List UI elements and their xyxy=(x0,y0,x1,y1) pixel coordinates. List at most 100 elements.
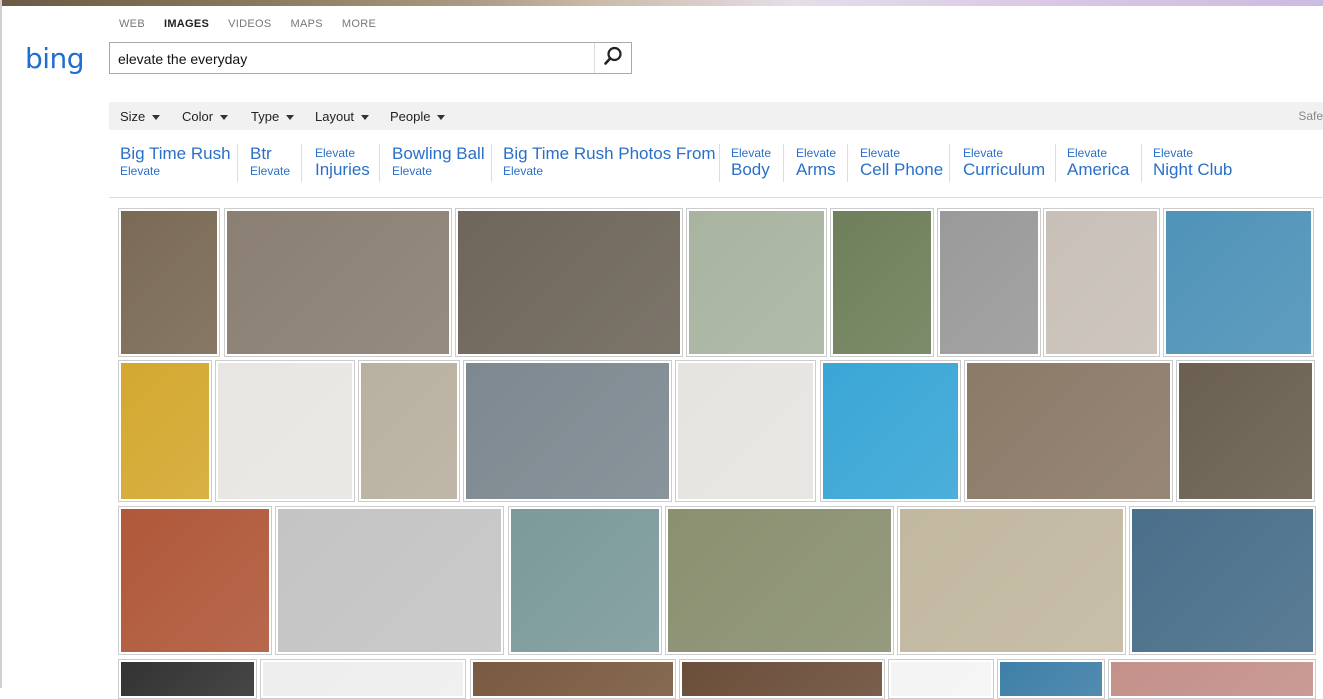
related-search-qualifier: Elevate xyxy=(1067,146,1108,160)
image-result-elevate-the-everyday-cover[interactable] xyxy=(1163,208,1314,357)
image-result-spice-jar[interactable] xyxy=(215,360,355,502)
filter-size-label: Size xyxy=(120,109,146,124)
filter-size[interactable]: Size xyxy=(120,109,161,124)
image-thumbnail xyxy=(278,509,501,652)
image-result-dark-photo-1[interactable] xyxy=(470,659,676,699)
related-search-item[interactable]: Elevate Injuries xyxy=(315,140,370,184)
related-searches: Big Time Rush Elevate Btr Elevate Elevat… xyxy=(109,140,1323,188)
filter-layout[interactable]: Layout xyxy=(315,109,370,124)
search-button[interactable] xyxy=(594,43,631,73)
related-search-item[interactable]: Big Time Rush Elevate xyxy=(120,140,231,184)
chevron-down-icon xyxy=(361,115,370,121)
image-result-computer-keyboard-work[interactable] xyxy=(463,360,672,502)
related-search-item[interactable]: Elevate Night Club xyxy=(1153,140,1232,184)
image-result-feet-on-porch[interactable] xyxy=(665,506,894,655)
nav-maps[interactable]: MAPS xyxy=(291,18,323,30)
filter-bar: Size Color Type Layout People Safe xyxy=(109,102,1323,130)
related-search-item[interactable]: Big Time Rush Photos From Elevate xyxy=(503,140,716,184)
image-result-woman-camera-bw[interactable] xyxy=(937,208,1041,357)
image-thumbnail xyxy=(361,363,457,499)
image-result-blue-photo[interactable] xyxy=(997,659,1105,699)
separator xyxy=(1141,144,1142,182)
related-search-term: Btr xyxy=(250,144,272,163)
image-result-august-elevate-list[interactable] xyxy=(820,360,961,502)
image-result-hand-feeding-chicken[interactable] xyxy=(1176,360,1315,502)
separator xyxy=(847,144,848,182)
related-search-item[interactable]: Elevate America xyxy=(1067,140,1129,184)
filter-color[interactable]: Color xyxy=(182,109,229,124)
image-result-kitchen-stove[interactable] xyxy=(964,360,1173,502)
image-result-open-book-details[interactable] xyxy=(224,208,452,357)
image-result-book-heart-pages[interactable] xyxy=(275,506,504,655)
image-thumbnail xyxy=(121,509,269,652)
image-thumbnail xyxy=(121,363,209,499)
image-result-bbq-funnel[interactable] xyxy=(358,360,460,502)
image-thumbnail xyxy=(823,363,958,499)
header-decoration xyxy=(0,0,1323,6)
related-search-term: Injuries xyxy=(315,160,370,179)
related-search-term: Night Club xyxy=(1153,160,1233,179)
image-result-book-cover-on-table[interactable] xyxy=(1129,506,1316,655)
image-thumbnail xyxy=(891,662,991,696)
related-search-item[interactable]: Elevate Arms xyxy=(796,140,836,184)
related-search-item[interactable]: Bowling Ball Elevate xyxy=(392,140,485,184)
safe-search-label[interactable]: Safe xyxy=(1298,109,1323,123)
related-search-term: America xyxy=(1067,160,1130,179)
image-thumbnail xyxy=(1166,211,1311,354)
divider xyxy=(109,197,1323,198)
related-search-qualifier: Elevate xyxy=(120,164,161,178)
image-thumbnail xyxy=(1179,363,1312,499)
related-search-item[interactable]: Elevate Cell Phone xyxy=(860,140,943,184)
related-search-qualifier: Elevate xyxy=(860,146,901,160)
filter-color-label: Color xyxy=(182,109,214,124)
image-result-sunflower[interactable] xyxy=(118,360,212,502)
filter-type-label: Type xyxy=(251,109,280,124)
image-result-pink-stool[interactable] xyxy=(508,506,662,655)
image-result-round-logo[interactable] xyxy=(118,659,257,699)
image-result-sun-rays-drink[interactable] xyxy=(118,506,272,655)
related-search-qualifier: Elevate xyxy=(392,164,433,178)
nav-more[interactable]: MORE xyxy=(342,18,376,30)
image-result-book-cover-on-brick[interactable] xyxy=(118,208,220,357)
image-thumbnail xyxy=(511,509,659,652)
related-search-item[interactable]: Elevate Body xyxy=(731,140,771,184)
image-thumbnail xyxy=(121,662,254,696)
nav-videos[interactable]: VIDEOS xyxy=(228,18,271,30)
related-search-item[interactable]: Btr Elevate xyxy=(250,140,290,184)
window-border xyxy=(0,0,2,688)
image-result-blank-light[interactable] xyxy=(260,659,466,699)
image-result-dark-photo-2[interactable] xyxy=(679,659,885,699)
separator xyxy=(237,144,238,182)
related-search-term: Big Time Rush Photos From xyxy=(503,144,716,163)
separator xyxy=(1055,144,1056,182)
search-input[interactable] xyxy=(118,49,588,69)
image-thumbnail xyxy=(263,662,463,696)
nav-web[interactable]: WEB xyxy=(119,18,145,30)
image-thumbnail xyxy=(1046,211,1157,354)
bing-logo[interactable]: bing xyxy=(25,42,85,75)
image-result-white-photo[interactable] xyxy=(888,659,994,699)
filter-people-label: People xyxy=(390,109,431,124)
filter-people[interactable]: People xyxy=(390,109,446,124)
separator xyxy=(301,144,302,182)
image-result-pink-photo[interactable] xyxy=(1108,659,1316,699)
image-result-bed-sheets[interactable] xyxy=(897,506,1126,655)
image-thumbnail xyxy=(689,211,824,354)
image-thumbnail xyxy=(967,363,1170,499)
related-search-term: Curriculum xyxy=(963,160,1046,179)
image-result-book-cover-white[interactable] xyxy=(1043,208,1160,357)
top-navigation: WEB IMAGES VIDEOS MAPS MORE xyxy=(119,18,395,30)
image-thumbnail xyxy=(900,509,1123,652)
related-search-qualifier: Elevate xyxy=(1153,146,1194,160)
nav-images[interactable]: IMAGES xyxy=(164,18,209,30)
image-thumbnail xyxy=(940,211,1038,354)
filter-type[interactable]: Type xyxy=(251,109,295,124)
image-result-woman-with-camera-book[interactable] xyxy=(686,208,827,357)
image-result-caladium-leaves[interactable] xyxy=(830,208,934,357)
image-result-open-book-pages[interactable] xyxy=(455,208,683,357)
image-result-journal-notebook[interactable] xyxy=(675,360,816,502)
related-search-qualifier: Elevate xyxy=(315,146,356,160)
related-search-item[interactable]: Elevate Curriculum xyxy=(963,140,1045,184)
filter-layout-label: Layout xyxy=(315,109,355,124)
search-icon xyxy=(603,46,623,71)
